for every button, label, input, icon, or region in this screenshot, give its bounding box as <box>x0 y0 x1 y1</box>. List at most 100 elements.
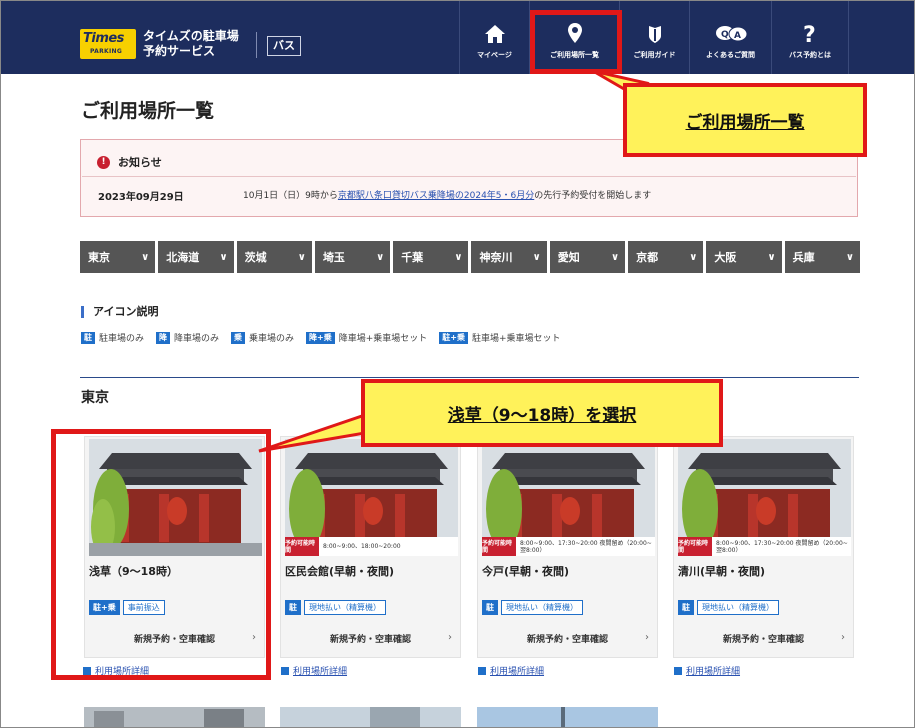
detail-link-label: 利用場所詳細 <box>490 667 545 677</box>
pref-label: 大阪 <box>714 251 737 264</box>
notice-date: 2023年09月29日 <box>98 192 184 203</box>
legend-tag: 降 <box>156 331 171 344</box>
pref-hokkaido[interactable]: 北海道 ∨ <box>158 241 234 273</box>
location-card-photo-partial[interactable] <box>84 707 265 727</box>
bus-badge[interactable]: バス <box>267 36 301 56</box>
location-card-kumin-kaikan[interactable]: 予約可能時間 8:00~9:00、18:00~20:00 区民会館(早朝・夜間)… <box>280 436 461 658</box>
pref-ibaraki[interactable]: 茨城 ∨ <box>236 241 312 273</box>
pref-chiba[interactable]: 千葉 ∨ <box>393 241 469 273</box>
available-time-head: 予約可能時間 <box>678 537 712 556</box>
notice-heading: お知らせ <box>118 156 162 169</box>
icon-legend-title: アイコン説明 <box>81 306 158 318</box>
svg-text:A: A <box>734 31 741 41</box>
alert-icon: ! <box>97 155 110 169</box>
legend-text: 乗車場のみ <box>249 334 295 344</box>
site-header: Times PARKING タイムズの駐車場 予約サービス バス マイページ ご… <box>1 1 914 74</box>
browser-frame: Times PARKING タイムズの駐車場 予約サービス バス マイページ ご… <box>0 0 915 728</box>
available-time-head: 予約可能時間 <box>482 537 516 556</box>
pref-label: 京都 <box>636 251 659 264</box>
detail-link[interactable]: 利用場所詳細 <box>281 664 347 677</box>
header-divider <box>256 32 257 58</box>
available-time-value: 8:00~9:00、18:00~20:00 <box>323 543 401 550</box>
payment-tag: 現地払い（精算機） <box>304 600 386 615</box>
reserve-button-label: 新規予約・空車確認 <box>329 634 411 645</box>
arrow-square-icon <box>478 666 486 675</box>
highlight-nav-locations <box>530 10 622 74</box>
highlight-asakusa-card <box>51 429 271 680</box>
card-tags: 駐 現地払い（精算機） <box>482 600 583 615</box>
pref-label: 千葉 <box>401 251 424 264</box>
pref-aichi[interactable]: 愛知 ∨ <box>549 241 626 273</box>
pref-saitama[interactable]: 埼玉 ∨ <box>314 241 391 273</box>
reserve-button[interactable]: 新規予約・空車確認 › <box>281 625 460 651</box>
legend-tag: 降+乗 <box>306 331 335 344</box>
detail-link[interactable]: 利用場所詳細 <box>674 664 740 677</box>
chevron-down-icon: ∨ <box>845 251 854 263</box>
pref-label: 北海道 <box>166 251 200 264</box>
chevron-down-icon: ∨ <box>689 251 698 263</box>
pref-label: 神奈川 <box>479 251 513 264</box>
pref-kanagawa[interactable]: 神奈川 ∨ <box>471 241 547 273</box>
reserve-button-label: 新規予約・空車確認 <box>722 634 804 645</box>
pref-label: 愛知 <box>557 251 580 264</box>
nav-mypage[interactable]: マイページ <box>459 1 529 74</box>
type-tag: 駐 <box>482 600 498 615</box>
icon-legend: 駐駐車場のみ 降降車場のみ 乗乗車場のみ 降+乗 降車場+乗車場セット 駐+乗 駐車… <box>81 331 573 344</box>
type-tag: 駐 <box>285 600 301 615</box>
reserve-button[interactable]: 新規予約・空車確認 › <box>674 625 853 651</box>
faq-qa-icon: QA <box>714 16 748 44</box>
chevron-down-icon: ∨ <box>454 251 463 263</box>
location-name: 今戸(早朝・夜間) <box>482 565 570 578</box>
arrow-square-icon <box>281 666 289 675</box>
pref-hyogo[interactable]: 兵庫 ∨ <box>784 241 860 273</box>
available-time-value: 8:00~9:00、17:30~20:00 夜間留め（20:00~翌8:00） <box>716 539 848 554</box>
svg-text:Q: Q <box>721 30 729 40</box>
service-name: タイムズの駐車場 予約サービス <box>143 29 239 59</box>
location-card-imado[interactable]: 予約可能時間 8:00~9:00、17:30~20:00 夜間留め（20:00~… <box>477 436 658 658</box>
available-time-head: 予約可能時間 <box>285 537 319 556</box>
section-divider <box>80 377 859 378</box>
reserve-button[interactable]: 新規予約・空車確認 › <box>478 625 657 651</box>
pref-kyoto[interactable]: 京都 ∨ <box>628 241 704 273</box>
legend-text: 駐車場のみ <box>99 334 145 344</box>
nav-faq[interactable]: QA よくあるご質問 <box>689 1 771 74</box>
times-logo[interactable]: Times PARKING <box>80 29 136 59</box>
chevron-down-icon: ∨ <box>610 251 620 263</box>
svg-text:?: ? <box>803 23 816 44</box>
chevron-down-icon: ∨ <box>532 251 541 263</box>
chevron-right-icon: › <box>448 632 452 643</box>
card-tags: 駐 現地払い（精算機） <box>285 600 386 615</box>
nav-mypage-label: マイページ <box>477 50 512 59</box>
pref-label: 兵庫 <box>792 251 815 264</box>
available-time-strip: 予約可能時間 8:00~9:00、17:30~20:00 夜間留め（20:00~… <box>678 537 851 556</box>
location-card-kiyokawa[interactable]: 予約可能時間 8:00~9:00、17:30~20:00 夜間留め（20:00~… <box>673 436 854 658</box>
notice-message: 10月1日（日）9時から京都駅八条口貸切バス乗降場の2024年5・6月分の先行予… <box>243 188 651 201</box>
notice-heading-row: ! お知らせ <box>97 154 162 170</box>
temple-photo: 予約可能時間 8:00~9:00、17:30~20:00 夜間留め（20:00~… <box>482 439 655 556</box>
home-icon <box>484 16 506 44</box>
nav-about-bus[interactable]: ? バス予約とは <box>771 1 849 74</box>
service-name-line2: 予約サービス <box>143 44 216 58</box>
legend-tag: 乗 <box>231 331 246 344</box>
detail-link-label: 利用場所詳細 <box>686 667 741 677</box>
location-card-photo-partial[interactable] <box>477 707 658 727</box>
pref-tokyo[interactable]: 東京 ∨ <box>80 241 156 273</box>
nav-guide[interactable]: ご利用ガイド <box>619 1 689 74</box>
legend-tag: 駐+乗 <box>439 331 468 344</box>
legend-text: 駐車場+乗車場セット <box>472 334 561 344</box>
chevron-down-icon: ∨ <box>297 251 306 263</box>
notice-link[interactable]: 京都駅八条口貸切バス乗降場の2024年5・6月分 <box>338 191 534 201</box>
callout-pointer <box>258 412 367 453</box>
pref-label: 埼玉 <box>322 251 345 264</box>
detail-link[interactable]: 利用場所詳細 <box>478 664 544 677</box>
legend-text: 降車場+乗車場セット <box>338 334 428 344</box>
pref-osaka[interactable]: 大阪 ∨ <box>706 241 782 273</box>
available-time-strip: 予約可能時間 8:00~9:00、18:00~20:00 <box>285 537 458 556</box>
available-time-strip: 予約可能時間 8:00~9:00、17:30~20:00 夜間留め（20:00~… <box>482 537 655 556</box>
location-card-photo-partial[interactable] <box>280 707 461 727</box>
detail-link-label: 利用場所詳細 <box>293 667 348 677</box>
notice-divider <box>82 176 856 177</box>
logo-subtext: PARKING <box>90 48 123 55</box>
chevron-down-icon: ∨ <box>767 251 776 263</box>
nav-guide-label: ご利用ガイド <box>633 50 676 59</box>
